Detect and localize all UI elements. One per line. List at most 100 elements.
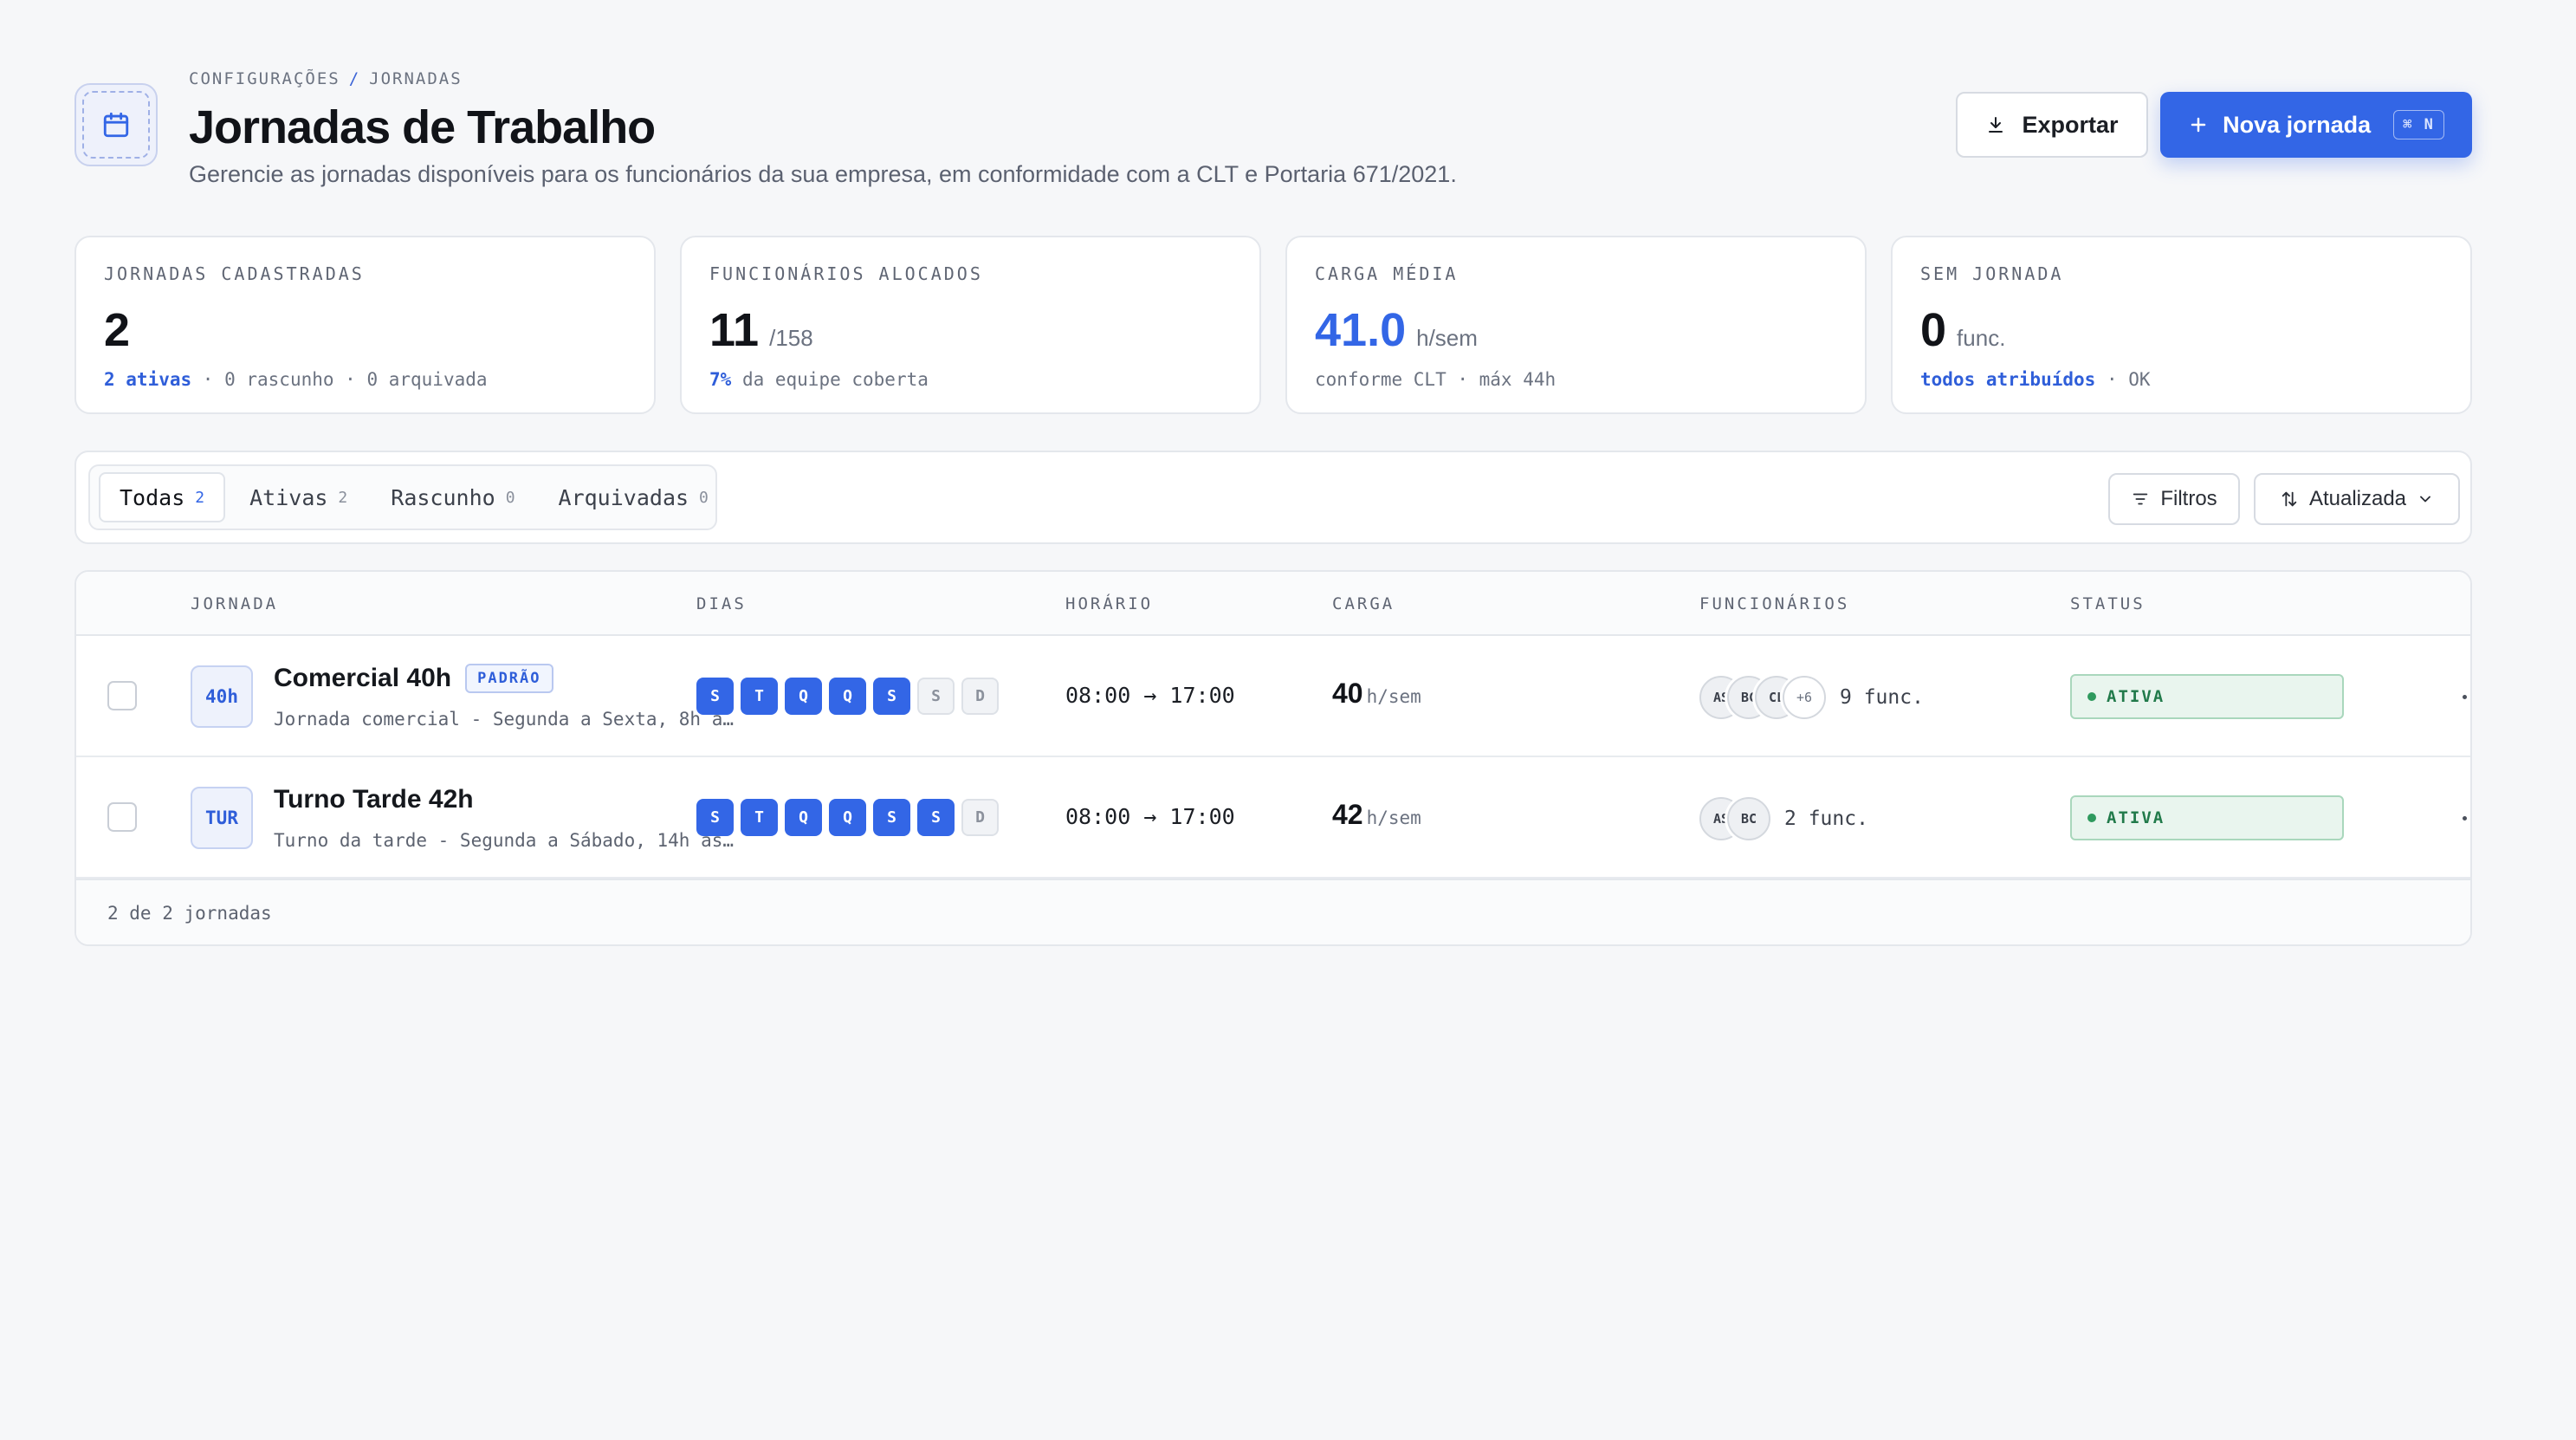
day-chip: Q [829, 799, 866, 836]
avatar-overflow-count: +6 [1783, 676, 1826, 719]
day-chip: Q [785, 678, 822, 715]
tab-label: Arquivadas [558, 484, 689, 510]
table-row[interactable]: 40h Comercial 40h PADRÃO Jornada comerci… [76, 636, 2470, 757]
page-header: CONFIGURAÇÕES / JORNADAS Jornadas de Tra… [74, 62, 2472, 201]
table-row[interactable]: TUR Turno Tarde 42h Turno da tarde - Seg… [76, 757, 2470, 879]
stat-unit: /158 [769, 325, 813, 351]
stat-value: 11 [709, 304, 760, 356]
stat-label: SEM JORNADA [1920, 263, 2064, 284]
day-chip: Q [785, 799, 822, 836]
tab-count: 0 [505, 488, 515, 507]
breadcrumb-separator: / [348, 69, 361, 88]
new-jornada-button[interactable]: Nova jornada ⌘ N [2160, 92, 2472, 158]
stat-label: JORNADAS CADASTRADAS [104, 263, 365, 284]
tab-rascunho[interactable]: Rascunho 0 [372, 472, 534, 522]
default-tag: PADRÃO [465, 664, 553, 693]
employee-avatars[interactable]: AS BC CL +6 9 func. [1699, 676, 1924, 719]
tab-label: Ativas [249, 484, 328, 510]
weekdays: S T Q Q S S D [696, 678, 999, 715]
plus-icon [2191, 117, 2206, 133]
stat-unit: func. [1957, 325, 2006, 351]
filters-button[interactable]: Filtros [2108, 473, 2240, 525]
column-header-dias[interactable]: DIAS [696, 594, 747, 613]
stat-card-jornadas: JORNADAS CADASTRADAS 2 2 ativas · 0 rasc… [74, 236, 656, 414]
tab-label: Todas [120, 484, 185, 510]
day-chip: D [961, 678, 999, 715]
table-toolbar: Todas 2 Ativas 2 Rascunho 0 Arquivadas 0… [74, 451, 2472, 544]
table-footer: 2 de 2 jornadas [76, 879, 2470, 944]
keyboard-shortcut: ⌘ N [2393, 110, 2444, 139]
employee-count: 2 func. [1784, 808, 1868, 830]
tab-count: 2 [195, 488, 205, 507]
chevron-down-icon [2420, 496, 2430, 503]
status-badge: ATIVA [2070, 674, 2344, 719]
filter-icon [2133, 493, 2148, 505]
day-chip: S [873, 678, 910, 715]
column-header-funcionarios[interactable]: FUNCIONÁRIOS [1699, 594, 1849, 613]
schedule-hours: 08:00 → 17:00 [1065, 683, 1235, 708]
breadcrumb-item-jornadas: JORNADAS [369, 69, 463, 88]
weekdays: S T Q Q S S D [696, 799, 999, 836]
status-label: ATIVA [2107, 808, 2165, 827]
stat-footnote-text: · OK [2095, 369, 2151, 390]
weekly-load: 42 h/sem [1332, 799, 1421, 831]
schedule-hours: 08:00 → 17:00 [1065, 804, 1235, 829]
page-title: Jornadas de Trabalho [189, 101, 656, 153]
stat-card-funcionarios: FUNCIONÁRIOS ALOCADOS 11 /158 7% da equi… [680, 236, 1261, 414]
load-unit: h/sem [1366, 686, 1421, 707]
stat-footnote-text: · 0 rascunho · 0 arquivada [191, 369, 488, 390]
status-label: ATIVA [2107, 687, 2165, 706]
jornada-code-badge: 40h [191, 665, 253, 728]
tab-label: Rascunho [391, 484, 495, 510]
row-checkbox[interactable] [107, 681, 137, 710]
pagination-summary: 2 de 2 jornadas [107, 903, 272, 924]
tab-ativas[interactable]: Ativas 2 [230, 472, 366, 522]
stat-footnote-text: conforme CLT · máx 44h [1315, 369, 1557, 390]
column-header-horario[interactable]: HORÁRIO [1065, 594, 1153, 613]
column-header-jornada[interactable]: JORNADA [191, 594, 278, 613]
stat-footnote-text: da equipe coberta [731, 369, 929, 390]
stat-label: CARGA MÉDIA [1315, 263, 1459, 284]
row-more-actions-button[interactable] [2453, 681, 2470, 712]
stat-label: FUNCIONÁRIOS ALOCADOS [709, 263, 983, 284]
weekly-load: 40 h/sem [1332, 678, 1421, 710]
employee-avatars[interactable]: AS BC 2 func. [1699, 797, 1868, 840]
jornada-name[interactable]: Turno Tarde 42h [274, 785, 474, 814]
stat-value: 2 [104, 304, 131, 356]
calendar-icon [103, 112, 129, 138]
sort-dropdown-label: Atualizada [2308, 487, 2407, 510]
export-button-label: Exportar [2022, 111, 2119, 138]
tab-arquivadas[interactable]: Arquivadas 0 [540, 472, 728, 522]
table-header: JORNADA DIAS HORÁRIO CARGA FUNCIONÁRIOS … [76, 572, 2470, 636]
filters-button-label: Filtros [2160, 487, 2217, 510]
avatar: BC [1727, 797, 1770, 840]
sort-dropdown[interactable]: Atualizada [2254, 473, 2460, 525]
column-header-status[interactable]: STATUS [2070, 594, 2146, 613]
stat-unit: h/sem [1416, 325, 1478, 351]
row-checkbox[interactable] [107, 802, 137, 832]
employee-count: 9 func. [1840, 686, 1924, 709]
day-chip: Q [829, 678, 866, 715]
jornada-description: Jornada comercial - Segunda a Sexta, 8h … [274, 709, 741, 730]
day-chip: S [917, 799, 955, 836]
stat-footnote-highlight: 2 ativas [104, 369, 192, 390]
stat-value: 0 [1920, 304, 1947, 356]
stat-card-carga: CARGA MÉDIA 41.0 h/sem conforme CLT · má… [1285, 236, 1867, 414]
new-jornada-button-label: Nova jornada [2223, 111, 2372, 138]
dot-icon [2462, 815, 2467, 821]
jornada-name[interactable]: Comercial 40h PADRÃO [274, 664, 553, 693]
jornada-description: Turno da tarde - Segunda a Sábado, 14h à… [274, 830, 741, 851]
day-chip: D [961, 799, 999, 836]
row-more-actions-button[interactable] [2453, 802, 2470, 834]
day-chip: S [917, 678, 955, 715]
tab-todas[interactable]: Todas 2 [99, 472, 226, 522]
load-value: 42 [1332, 799, 1363, 830]
load-unit: h/sem [1366, 808, 1421, 828]
breadcrumb-item-configuracoes[interactable]: CONFIGURAÇÕES [189, 69, 340, 88]
export-button[interactable]: Exportar [1956, 92, 2148, 158]
status-badge: ATIVA [2070, 795, 2344, 840]
column-header-carga[interactable]: CARGA [1332, 594, 1395, 613]
stat-footnote: 2 ativas · 0 rascunho · 0 arquivada [104, 369, 626, 390]
day-chip: T [741, 799, 778, 836]
day-chip: S [696, 678, 734, 715]
